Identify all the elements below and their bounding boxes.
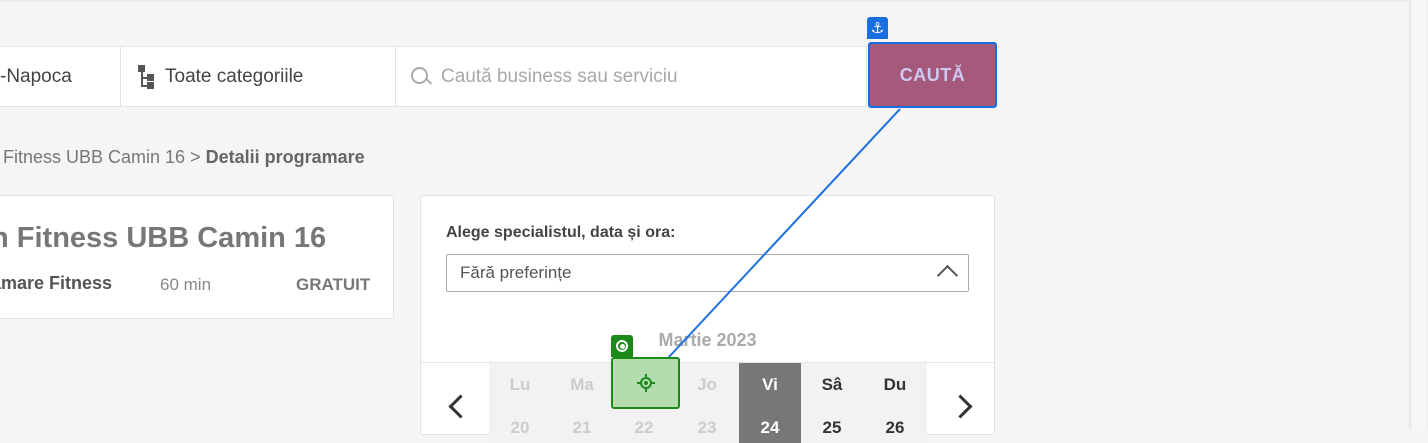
day-cell[interactable]: Du 26 <box>864 363 926 443</box>
month-label: Martie 2023 <box>658 330 757 350</box>
booking-card: Alege specialistul, data și ora: Fără pr… <box>420 195 995 443</box>
search-input[interactable]: Caută business sau serviciu <box>395 47 865 106</box>
specialist-value: Fără preferințe <box>460 263 572 282</box>
search-placeholder: Caută business sau serviciu <box>441 65 678 87</box>
scrollbar-thumb[interactable] <box>1412 0 1426 429</box>
drop-target[interactable] <box>611 357 680 409</box>
business-card: n Fitness UBB Camin 16 amare Fitness 60 … <box>0 195 394 319</box>
day-date: 22 <box>634 418 654 437</box>
day-name: Jo <box>697 375 717 394</box>
target-tag-icon <box>611 335 633 357</box>
day-name: Lu <box>509 375 531 394</box>
service-price: GRATUIT <box>296 275 371 294</box>
day-cell: Ma 21 <box>551 363 613 443</box>
page-scrollbar[interactable] <box>1409 0 1428 429</box>
breadcrumb-trail[interactable]: Fitness UBB Camin 16 > <box>3 147 206 167</box>
service-duration: 60 min <box>160 275 212 294</box>
day-cell[interactable]: Sâ 25 <box>801 363 863 443</box>
category-selector[interactable]: Toate categoriile <box>120 47 394 106</box>
day-name: Vi <box>762 375 778 394</box>
business-title: n Fitness UBB Camin 16 <box>0 222 327 254</box>
day-name: Ma <box>570 375 594 394</box>
top-strip <box>0 0 1410 2</box>
day-date: 21 <box>572 418 592 437</box>
choose-specialist-label: Alege specialistul, data și ora: <box>446 224 676 241</box>
breadcrumb: Fitness UBB Camin 16 > Detalii programar… <box>3 147 365 168</box>
day-date: 25 <box>822 418 842 437</box>
days-grid: Lu 20 Ma 21 Mi 22 Jo 23 Vi 24 Sâ 25 Du 2… <box>489 363 927 443</box>
prev-week-icon[interactable] <box>448 394 473 419</box>
next-week-icon[interactable] <box>948 394 973 419</box>
city-selector[interactable]: -Napoca <box>0 47 119 106</box>
search-icon <box>410 66 433 88</box>
day-date: 20 <box>510 418 530 437</box>
breadcrumb-current: Detalii programare <box>205 147 365 167</box>
day-cell-selected[interactable]: Vi 24 <box>739 363 801 443</box>
day-cell: Jo 23 <box>676 363 738 443</box>
day-date: 23 <box>697 418 717 437</box>
anchor-icon: ⚓ <box>867 17 888 39</box>
day-cell: Lu 20 <box>489 363 551 443</box>
chevron-up-icon <box>936 264 959 287</box>
city-label: -Napoca <box>0 65 72 87</box>
day-name: Du <box>883 375 907 394</box>
specialist-select[interactable]: Fără preferințe <box>446 254 969 292</box>
category-tree-icon <box>138 64 155 89</box>
day-name: Sâ <box>821 375 843 394</box>
service-name: amare Fitness <box>0 273 113 293</box>
search-bar: -Napoca Toate categoriile Caută business… <box>0 46 867 107</box>
day-date: 26 <box>885 418 905 437</box>
day-date: 24 <box>760 418 780 437</box>
crosshair-icon <box>636 374 655 392</box>
search-button[interactable]: CAUTĂ <box>868 42 997 108</box>
category-label: Toate categoriile <box>165 65 304 87</box>
